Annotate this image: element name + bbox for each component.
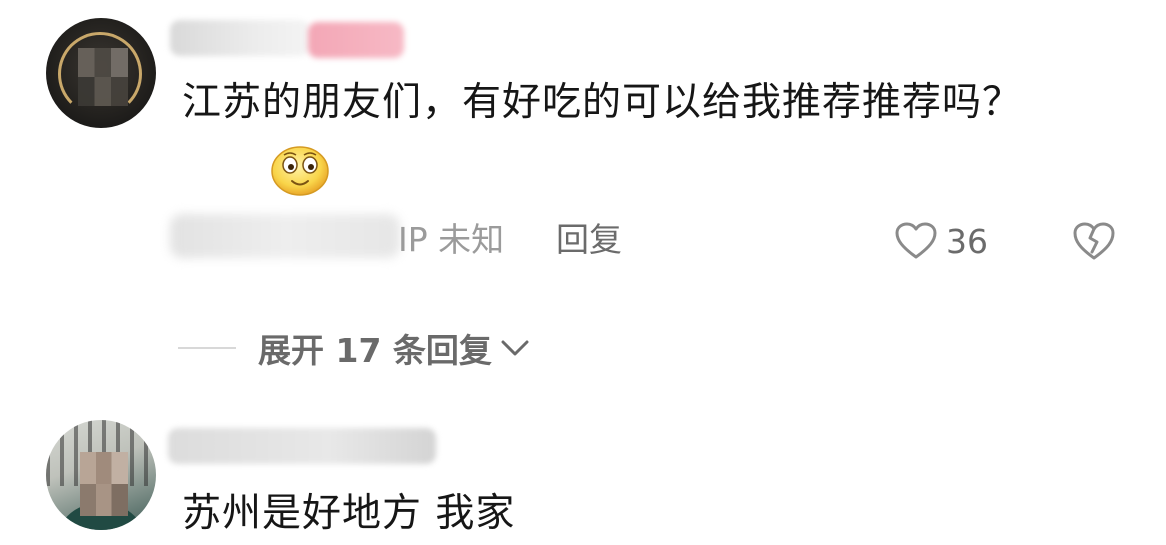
expand-replies-button[interactable]: 展开 17 条回复 xyxy=(178,320,532,376)
like-count: 36 xyxy=(946,221,988,261)
username-badge-redacted xyxy=(308,22,404,58)
divider xyxy=(178,347,236,349)
timestamp-redacted xyxy=(170,214,400,258)
smiling-face-emoji-icon xyxy=(271,146,329,196)
ip-location: IP 未知 xyxy=(398,220,505,259)
comment-text: 苏州是好地方 我家 xyxy=(182,483,782,545)
avatar[interactable] xyxy=(46,420,156,530)
avatar-mosaic xyxy=(80,452,128,516)
comment-text-content: 江苏的朋友们，有好吃的可以给我推荐推荐吗？ xyxy=(182,80,1023,125)
broken-heart-icon[interactable] xyxy=(1072,220,1116,262)
avatar-mosaic xyxy=(78,48,128,106)
username-redacted[interactable] xyxy=(170,20,310,56)
avatar[interactable] xyxy=(46,18,156,128)
like-button[interactable]: 36 xyxy=(894,218,988,264)
comment-text-content: 苏州是好地方 我家 xyxy=(182,491,516,536)
expand-replies-label: 展开 17 条回复 xyxy=(258,331,492,370)
username-redacted[interactable] xyxy=(168,428,436,464)
comment-text: 江苏的朋友们，有好吃的可以给我推荐推荐吗？ xyxy=(182,72,1082,134)
heart-outline-icon xyxy=(895,222,937,259)
chevron-down-icon xyxy=(501,340,529,356)
reply-button[interactable]: 回复 xyxy=(556,218,622,262)
